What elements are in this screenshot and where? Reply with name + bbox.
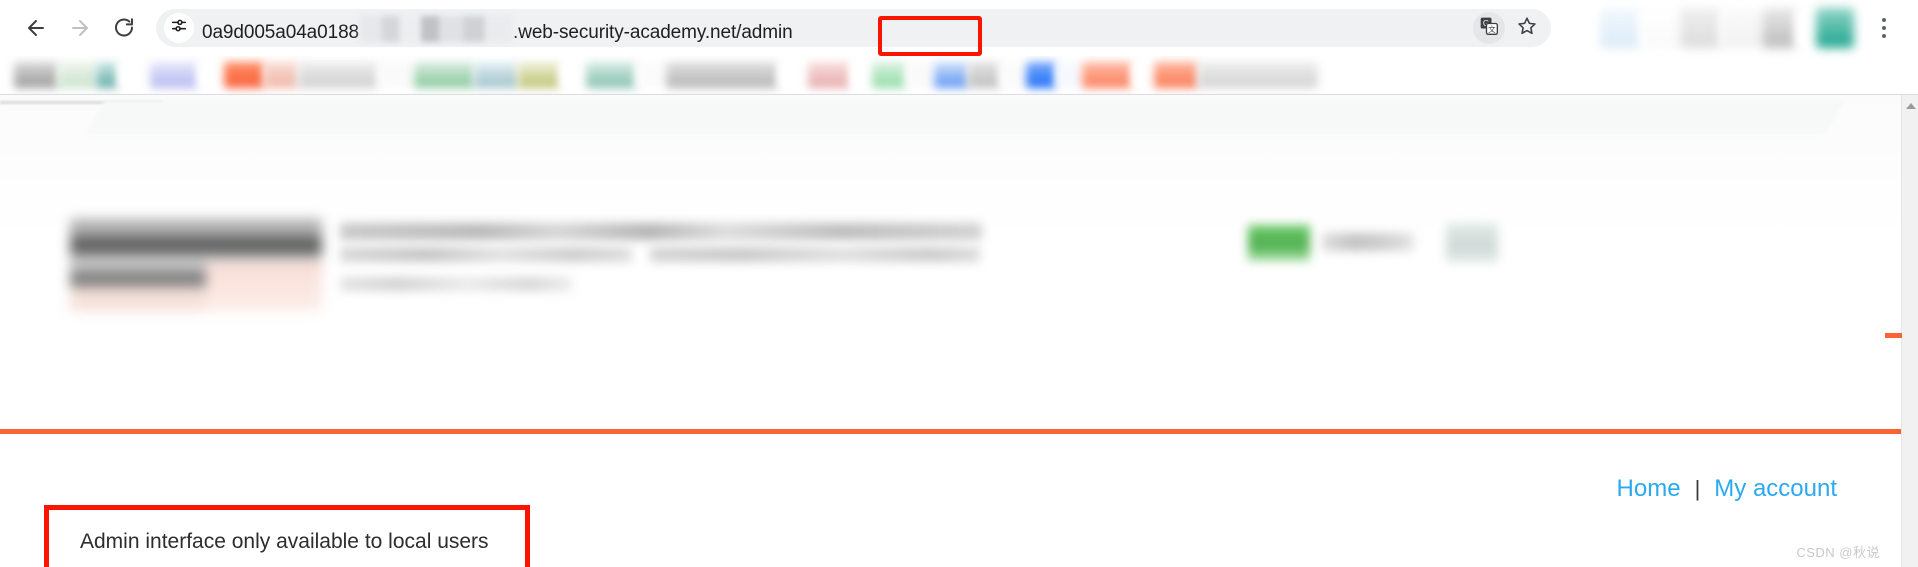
bookmark-item[interactable] [224,62,264,88]
lab-status-text [340,277,572,291]
translate-button[interactable]: G 文 [1473,12,1505,44]
bookmark-button[interactable] [1511,12,1543,44]
address-bar[interactable]: 0a9d005a04a0188 .web-security-academy.ne… [156,9,1551,47]
tune-site-settings-icon [170,17,188,40]
lab-status-label [1322,233,1414,251]
page-nav-links: Home | My account [1617,475,1837,503]
omnibox-wrapper: 0a9d005a04a0188 .web-security-academy.ne… [156,9,1582,56]
bookmark-item[interactable] [850,62,872,88]
url-text[interactable]: 0a9d005a04a0188 .web-security-academy.ne… [202,12,793,44]
bookmark-item[interactable] [808,62,850,88]
lab-status-button[interactable] [1248,225,1310,261]
bookmark-item[interactable] [118,62,150,88]
lab-header-extra [1446,223,1498,263]
extension-icon[interactable] [1640,8,1680,48]
bookmark-item[interactable] [1082,62,1132,88]
page-scrollbar[interactable] [1885,95,1918,567]
bookmark-item[interactable] [58,62,96,88]
extension-icon[interactable] [1796,8,1816,48]
bookmark-item[interactable] [636,62,666,88]
bookmark-item[interactable] [1154,62,1198,88]
page-canvas: Home | My account Admin interface only a… [0,95,1901,567]
three-dot-menu-icon [1882,18,1886,38]
reload-button[interactable] [102,6,146,50]
bookmark-item[interactable] [150,62,198,88]
browser-chrome: 0a9d005a04a0188 .web-security-academy.ne… [0,0,1918,95]
watermark: CSDN @秋说 [1796,545,1880,560]
home-link[interactable]: Home [1617,475,1681,503]
arrow-right-icon [68,16,92,40]
extension-icon[interactable] [1720,8,1762,48]
admin-notice-box: Admin interface only available to local … [44,505,530,567]
bookmark-item[interactable] [198,62,224,88]
url-path: /admin [736,22,793,43]
bookmark-item[interactable] [264,62,298,88]
bookmarks-bar[interactable] [0,56,1918,94]
page-viewport: Home | My account Admin interface only a… [0,95,1918,567]
extensions-area[interactable] [1600,6,1854,50]
url-blurred-segment [360,16,513,42]
extension-icon[interactable] [1600,8,1640,48]
browser-menu-button[interactable] [1864,6,1904,50]
svg-text:文: 文 [1488,23,1496,33]
lab-title-text [340,223,982,240]
omnibox-actions: G 文 [1473,9,1543,47]
header-decoration [85,100,1845,134]
translate-icon: G 文 [1479,16,1499,41]
bookmark-item[interactable] [906,62,934,88]
extension-icon[interactable] [1680,8,1720,48]
star-icon [1516,15,1538,42]
bookmark-item[interactable] [586,62,636,88]
reload-icon [112,16,136,40]
bookmark-item[interactable] [298,62,378,88]
section-divider [0,429,1901,434]
bookmark-item[interactable] [414,62,474,88]
bookmark-item[interactable] [560,62,586,88]
browser-toolbar: 0a9d005a04a0188 .web-security-academy.ne… [0,0,1918,56]
arrow-left-icon [24,16,48,40]
bookmark-item[interactable] [378,62,414,88]
bookmark-item[interactable] [1026,62,1056,88]
back-button[interactable] [14,6,58,50]
url-prefix: 0a9d005a04a0188 [202,22,360,43]
bookmark-item[interactable] [1198,62,1318,88]
site-logo [70,219,322,311]
bookmark-item[interactable] [968,62,1000,88]
admin-notice-message: Admin interface only available to local … [80,530,489,553]
bookmark-item[interactable] [666,62,778,88]
scrollbar-up-button[interactable] [1902,99,1918,113]
divider-edge-marker [1885,333,1902,338]
bookmark-item[interactable] [1000,62,1026,88]
bookmark-item[interactable] [778,62,808,88]
bookmark-item[interactable] [14,62,58,88]
extension-icon[interactable] [1816,8,1854,48]
bookmark-item[interactable] [518,62,560,88]
lab-subtitle-text [340,247,632,262]
bookmark-item[interactable] [1056,62,1082,88]
bookmark-item[interactable] [872,62,906,88]
bookmark-item[interactable] [1132,62,1154,88]
bookmark-item[interactable] [934,62,968,88]
my-account-link[interactable]: My account [1714,475,1837,503]
extension-icon[interactable] [1762,8,1796,48]
nav-separator: | [1694,476,1701,501]
bookmark-item[interactable] [474,62,518,88]
site-settings-button[interactable] [164,13,194,43]
lab-subtitle-text-2 [650,247,980,262]
caret-up-icon [1905,103,1916,109]
bookmark-item[interactable] [96,62,118,88]
url-domain: .web-security-academy.net [513,22,737,43]
forward-button[interactable] [58,6,102,50]
